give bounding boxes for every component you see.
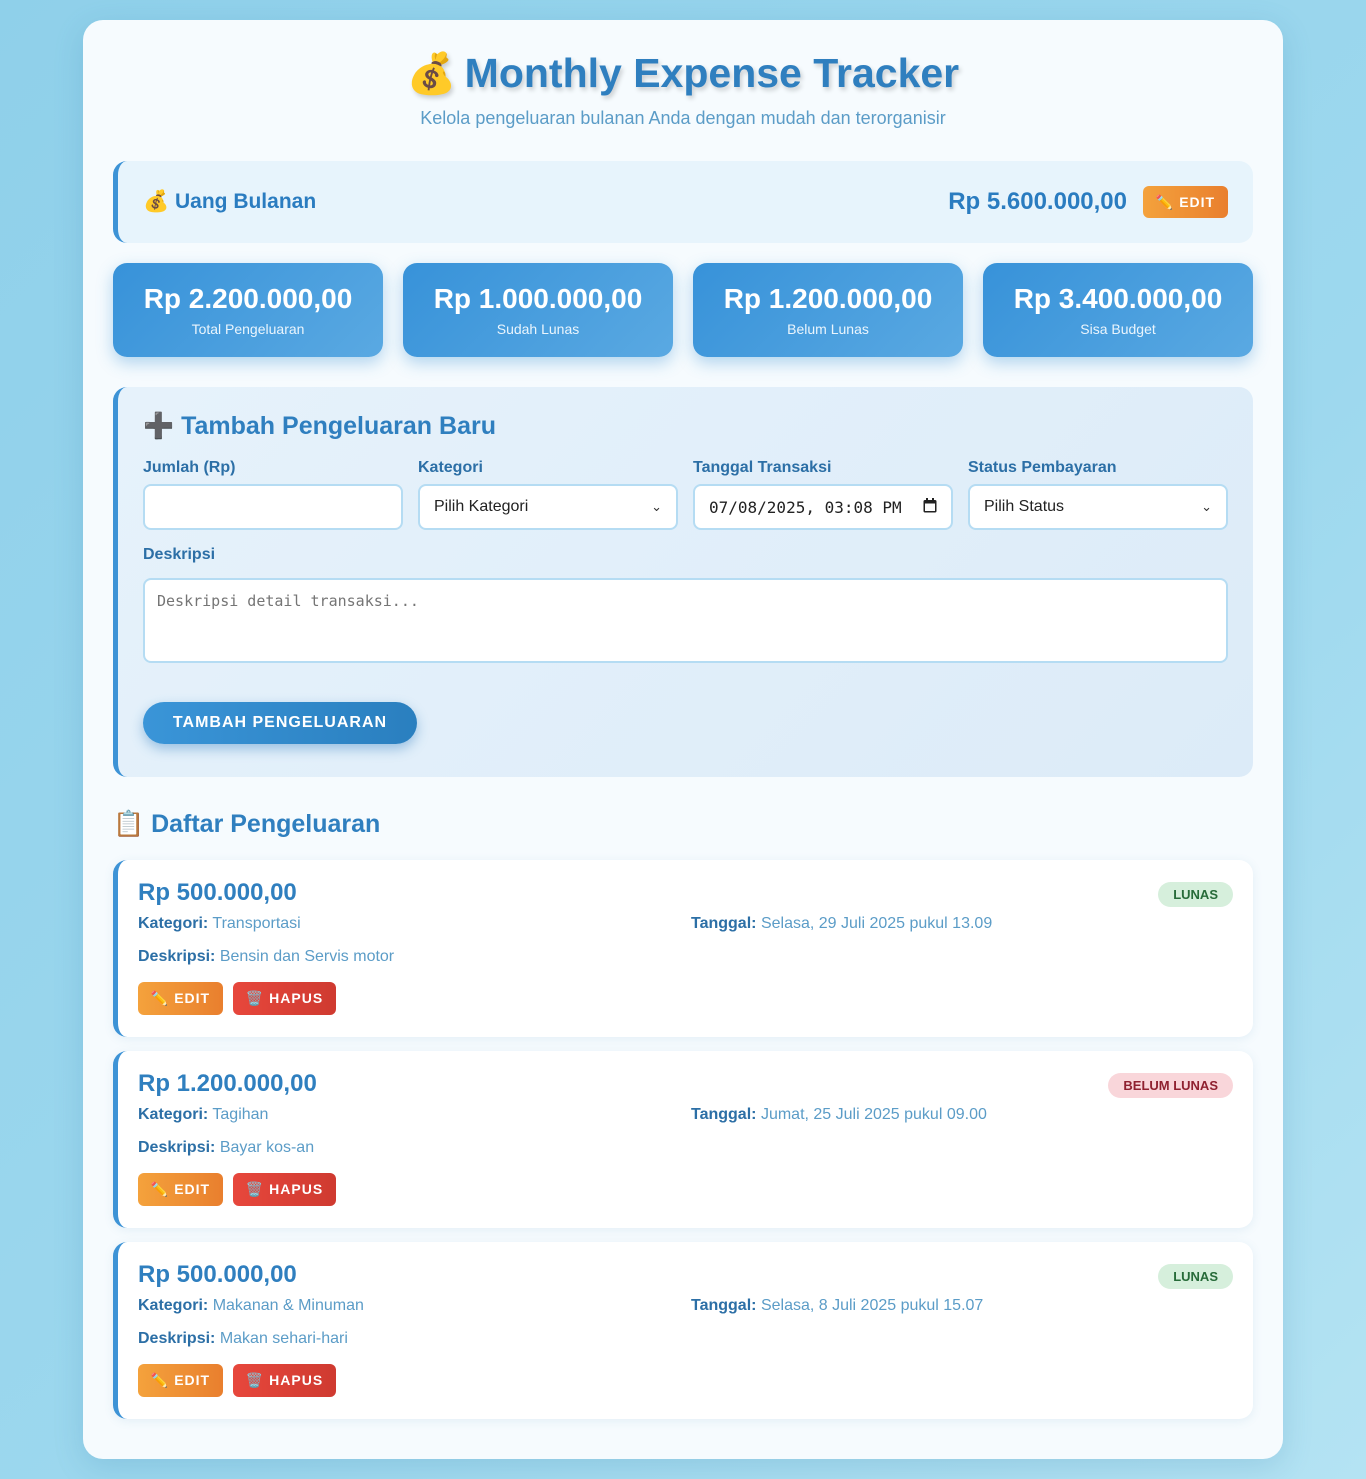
delete-expense-button[interactable]: 🗑️ HAPUS [233, 1173, 336, 1206]
page-title-text: Monthly Expense Tracker [464, 50, 960, 96]
expense-description: Deskripsi: Bensin dan Servis motor [138, 947, 1233, 967]
amount-field-group: Jumlah (Rp) [143, 459, 403, 530]
date-field-group: Tanggal Transaksi 07/08/2025, 03:08 PM [693, 459, 953, 530]
edit-expense-button[interactable]: ✏️ EDIT [138, 982, 223, 1015]
stat-label: Total Pengeluaran [191, 321, 305, 337]
amount-label: Jumlah (Rp) [143, 459, 236, 476]
edit-budget-button[interactable]: ✏️ EDIT [1143, 186, 1228, 218]
add-expense-form: ➕ Tambah Pengeluaran Baru Jumlah (Rp) Ka… [113, 387, 1253, 777]
category-selected-value: Pilih Kategori [434, 498, 529, 515]
status-badge: LUNAS [1158, 1264, 1233, 1289]
monthly-budget-panel: 💰 Uang Bulanan Rp 5.600.000,00 ✏️ EDIT [113, 161, 1253, 243]
expense-meta: Kategori: Transportasi Tanggal: Selasa, … [138, 914, 1233, 934]
edit-expense-button[interactable]: ✏️ EDIT [138, 1364, 223, 1397]
status-label: Status Pembayaran [968, 459, 1117, 476]
money-bag-icon: 💰 [406, 52, 457, 96]
expense-category: Kategori: Transportasi [138, 914, 691, 934]
calendar-icon[interactable] [923, 497, 937, 517]
monthly-budget-right: Rp 5.600.000,00 ✏️ EDIT [948, 186, 1228, 218]
date-key: Tanggal: [691, 915, 757, 932]
monthly-budget-label: 💰 Uang Bulanan [143, 190, 317, 213]
expense-amount: Rp 500.000,00 [138, 1261, 297, 1288]
stat-label: Sudah Lunas [496, 321, 580, 337]
status-select[interactable]: Pilih Status ⌄ [968, 484, 1228, 530]
page-subtitle: Kelola pengeluaran bulanan Anda dengan m… [420, 108, 946, 128]
category-key: Kategori: [138, 1297, 209, 1314]
stat-value: Rp 1.200.000,00 [723, 283, 933, 314]
expense-card: Rp 500.000,00 LUNAS Kategori: Transporta… [113, 860, 1253, 1037]
expense-description: Deskripsi: Makan sehari-hari [138, 1329, 1233, 1349]
expense-meta: Kategori: Tagihan Tanggal: Jumat, 25 Jul… [138, 1105, 1233, 1125]
expense-date: Tanggal: Jumat, 25 Juli 2025 pukul 09.00 [691, 1105, 987, 1125]
chevron-down-icon: ⌄ [651, 499, 662, 514]
stat-paid: Rp 1.000.000,00 Sudah Lunas [403, 263, 673, 357]
date-value: Selasa, 29 Juli 2025 pukul 13.09 [760, 915, 993, 932]
datetime-value: 07/08/2025, 03:08 PM [709, 497, 902, 517]
stat-value: Rp 3.400.000,00 [1013, 283, 1223, 314]
stat-label: Belum Lunas [787, 321, 869, 337]
form-title: ➕ Tambah Pengeluaran Baru [143, 412, 496, 440]
expense-list-title: 📋 Daftar Pengeluaran [113, 810, 381, 838]
page-header: 💰 Monthly Expense Tracker Kelola pengelua… [113, 20, 1253, 129]
category-field-group: Kategori Pilih Kategori ⌄ [418, 459, 678, 530]
description-value: Makan sehari-hari [219, 1330, 348, 1347]
datetime-input[interactable]: 07/08/2025, 03:08 PM [693, 484, 953, 530]
stat-value: Rp 2.200.000,00 [143, 283, 353, 314]
description-textarea[interactable] [143, 578, 1228, 663]
stat-total-expenses: Rp 2.200.000,00 Total Pengeluaran [113, 263, 383, 357]
monthly-budget-amount: Rp 5.600.000,00 [948, 188, 1127, 215]
delete-expense-button[interactable]: 🗑️ HAPUS [233, 982, 336, 1015]
stat-remaining-budget: Rp 3.400.000,00 Sisa Budget [983, 263, 1253, 357]
expense-card: Rp 1.200.000,00 BELUM LUNAS Kategori: Ta… [113, 1051, 1253, 1228]
delete-expense-button[interactable]: 🗑️ HAPUS [233, 1364, 336, 1397]
stat-label: Sisa Budget [1080, 321, 1156, 337]
expense-actions: ✏️ EDIT 🗑️ HAPUS [138, 1364, 1233, 1397]
status-field-group: Status Pembayaran Pilih Status ⌄ [968, 459, 1228, 530]
status-selected-value: Pilih Status [984, 498, 1065, 515]
expense-category: Kategori: Tagihan [138, 1105, 691, 1125]
expense-actions: ✏️ EDIT 🗑️ HAPUS [138, 1173, 1233, 1206]
description-label: Deskripsi [143, 546, 216, 563]
stat-value: Rp 1.000.000,00 [433, 283, 643, 314]
description-value: Bayar kos-an [219, 1139, 315, 1156]
expense-meta: Kategori: Makanan & Minuman Tanggal: Sel… [138, 1296, 1233, 1316]
category-select[interactable]: Pilih Kategori ⌄ [418, 484, 678, 530]
description-key: Deskripsi: [138, 1330, 216, 1347]
expense-amount: Rp 1.200.000,00 [138, 1070, 317, 1097]
stat-unpaid: Rp 1.200.000,00 Belum Lunas [693, 263, 963, 357]
date-label: Tanggal Transaksi [693, 459, 832, 476]
expense-category: Kategori: Makanan & Minuman [138, 1296, 691, 1316]
expense-description: Deskripsi: Bayar kos-an [138, 1138, 1233, 1158]
date-value: Jumat, 25 Juli 2025 pukul 09.00 [760, 1106, 987, 1123]
description-value: Bensin dan Servis motor [219, 948, 395, 965]
edit-expense-button[interactable]: ✏️ EDIT [138, 1173, 223, 1206]
date-key: Tanggal: [691, 1297, 757, 1314]
date-value: Selasa, 8 Juli 2025 pukul 15.07 [760, 1297, 984, 1314]
add-expense-button[interactable]: TAMBAH PENGELUARAN [143, 702, 417, 744]
page-title: 💰 Monthly Expense Tracker [113, 48, 1253, 99]
status-badge: BELUM LUNAS [1108, 1073, 1233, 1098]
chevron-down-icon: ⌄ [1201, 499, 1212, 514]
expense-amount: Rp 500.000,00 [138, 879, 297, 906]
category-value: Makanan & Minuman [212, 1297, 364, 1314]
expense-date: Tanggal: Selasa, 29 Juli 2025 pukul 13.0… [691, 914, 992, 934]
expense-card: Rp 500.000,00 LUNAS Kategori: Makanan & … [113, 1242, 1253, 1419]
app-container: 💰 Monthly Expense Tracker Kelola pengelua… [83, 20, 1283, 1459]
description-key: Deskripsi: [138, 1139, 216, 1156]
description-field-group: Deskripsi [143, 546, 1228, 668]
description-key: Deskripsi: [138, 948, 216, 965]
form-fields-row: Jumlah (Rp) Kategori Pilih Kategori ⌄ Ta… [143, 459, 1228, 530]
category-value: Tagihan [212, 1106, 269, 1123]
category-value: Transportasi [212, 915, 301, 932]
category-key: Kategori: [138, 1106, 209, 1123]
category-key: Kategori: [138, 915, 209, 932]
summary-stats: Rp 2.200.000,00 Total Pengeluaran Rp 1.0… [113, 263, 1253, 357]
status-badge: LUNAS [1158, 882, 1233, 907]
category-label: Kategori [418, 459, 483, 476]
date-key: Tanggal: [691, 1106, 757, 1123]
expense-date: Tanggal: Selasa, 8 Juli 2025 pukul 15.07 [691, 1296, 983, 1316]
amount-input[interactable] [143, 484, 403, 530]
expense-actions: ✏️ EDIT 🗑️ HAPUS [138, 982, 1233, 1015]
